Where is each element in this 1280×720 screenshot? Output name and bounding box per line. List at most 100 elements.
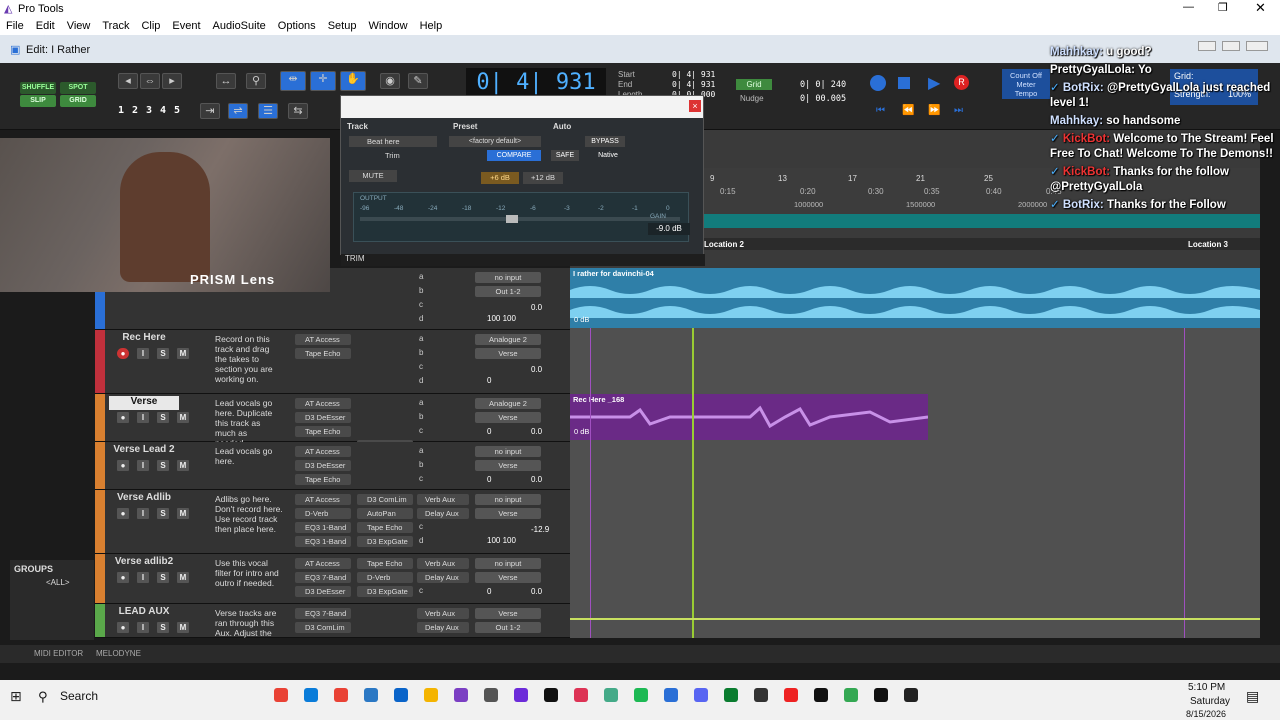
insert-slot[interactable]: D3 DeEsser — [295, 460, 351, 471]
pan-value[interactable]: 100 100 — [487, 314, 516, 323]
insert-slot[interactable]: D3 DeEsser — [295, 412, 351, 423]
safe-button[interactable]: SAFE — [551, 150, 579, 161]
main-counter[interactable]: 0| 4| 931 — [466, 68, 606, 98]
plugin-preset-selector[interactable]: <factory default> — [449, 136, 541, 147]
gain-value[interactable]: -9.0 dB — [648, 223, 690, 235]
menu-file[interactable]: File — [0, 18, 30, 35]
grabber-tool-icon[interactable]: ✋ — [340, 71, 366, 91]
send-slot[interactable]: Verb Aux — [417, 608, 469, 619]
input-selector[interactable]: no input — [475, 494, 541, 505]
count-off-panel[interactable]: Count Off Meter Tempo — [1002, 69, 1050, 99]
grid-label[interactable]: Grid — [736, 79, 772, 90]
record-button[interactable]: R — [954, 75, 969, 90]
trim-tool-icon[interactable]: ⇹ — [280, 71, 306, 91]
volume-value[interactable]: 0.0 — [531, 475, 542, 484]
fast-forward-icon[interactable]: ⏩ — [928, 105, 940, 116]
input-selector[interactable]: Analogue 2 — [475, 334, 541, 345]
taskbar-app-icon[interactable] — [844, 688, 858, 702]
input-monitor-button[interactable]: I — [137, 348, 149, 359]
input-monitor-button[interactable]: I — [137, 412, 149, 423]
insert-slot[interactable]: AT Access — [295, 334, 351, 345]
insert-slot[interactable]: AT Access — [295, 494, 351, 505]
zoomer-tool-icon[interactable]: ↔ — [216, 73, 236, 89]
midi-editor-tab[interactable]: MIDI EDITOR — [34, 649, 83, 658]
send-slot-letter[interactable]: c — [419, 300, 423, 309]
input-monitor-button[interactable]: I — [137, 572, 149, 583]
send-slot-letter[interactable]: c — [419, 426, 423, 435]
input-selector[interactable]: Analogue 2 — [475, 398, 541, 409]
output-selector[interactable]: Verse — [475, 412, 541, 423]
insert-slot[interactable]: EQ3 1-Band — [295, 522, 351, 533]
plugin-track-selector[interactable]: Beat here — [349, 136, 437, 147]
mute-button[interactable]: MUTE — [349, 170, 397, 182]
insert-slot[interactable]: D3 ExpGate — [357, 586, 413, 597]
record-enable-button[interactable]: ● — [117, 348, 129, 359]
taskbar-app-icon[interactable] — [604, 688, 618, 702]
record-enable-button[interactable]: ● — [117, 572, 129, 583]
taskbar-app-icon[interactable] — [634, 688, 648, 702]
volume-value[interactable]: 0.0 — [531, 587, 542, 596]
taskbar-app-icon[interactable] — [694, 688, 708, 702]
plugin-close-button[interactable]: × — [689, 100, 701, 112]
grid-mode-button[interactable]: GRID — [60, 95, 96, 107]
send-slot-letter[interactable]: c — [419, 586, 423, 595]
zoom-preset-5[interactable]: 5 — [174, 105, 185, 116]
selector-tool-icon[interactable]: ✛ — [310, 71, 336, 91]
send-slot-letter[interactable]: a — [419, 398, 423, 407]
insert-slot[interactable]: Tape Echo — [357, 522, 413, 533]
taskbar-app-icon[interactable] — [544, 688, 558, 702]
menu-options[interactable]: Options — [272, 18, 322, 35]
send-slot[interactable]: Verb Aux — [417, 494, 469, 505]
send-slot[interactable]: Delay Aux — [417, 622, 469, 633]
output-selector[interactable]: Out 1-2 — [475, 286, 541, 297]
menu-event[interactable]: Event — [166, 18, 206, 35]
send-slot-letter[interactable]: c — [419, 522, 423, 531]
insert-slot[interactable]: Tape Echo — [295, 474, 351, 485]
volume-value[interactable]: 0.0 — [531, 427, 542, 436]
mute-button[interactable]: M — [177, 572, 189, 583]
insert-slot[interactable]: D3 DeEsser — [295, 586, 351, 597]
menu-track[interactable]: Track — [96, 18, 135, 35]
link-timeline-icon[interactable]: ⇌ — [228, 103, 248, 119]
zoom-preset-2[interactable]: 2 — [132, 105, 143, 116]
keyboard-focus-icon[interactable]: ⇆ — [288, 103, 308, 119]
input-selector[interactable]: no input — [475, 558, 541, 569]
send-slot[interactable]: Delay Aux — [417, 572, 469, 583]
send-slot[interactable]: Delay Aux — [417, 508, 469, 519]
output-selector[interactable]: Verse — [475, 572, 541, 583]
menu-view[interactable]: View — [61, 18, 97, 35]
close-button[interactable]: ✕ — [1255, 0, 1266, 16]
volume-value[interactable]: 0.0 — [531, 303, 542, 312]
insert-slot[interactable]: Tape Echo — [295, 426, 351, 437]
taskbar-app-icon[interactable] — [394, 688, 408, 702]
track-name[interactable]: Verse — [109, 396, 179, 410]
melodyne-tab[interactable]: MELODYNE — [96, 649, 141, 658]
grid-value[interactable]: 0| 0| 240 — [800, 80, 846, 90]
insert-slot[interactable]: AutoPan — [357, 508, 413, 519]
send-slot-letter[interactable]: d — [419, 376, 423, 385]
plugin-titlebar[interactable]: × — [341, 96, 703, 118]
zoom-preset-1[interactable]: 1 — [118, 105, 129, 116]
send-slot[interactable]: Verb Aux — [417, 558, 469, 569]
send-slot-letter[interactable]: b — [419, 348, 423, 357]
menu-audiosuite[interactable]: AudioSuite — [207, 18, 272, 35]
mute-button[interactable]: M — [177, 348, 189, 359]
insert-slot[interactable]: EQ3 7-Band — [295, 572, 351, 583]
send-slot-letter[interactable]: d — [419, 314, 423, 323]
taskbar-app-icon[interactable] — [424, 688, 438, 702]
zoom-waveform-icon[interactable]: ⇔ — [140, 73, 160, 89]
rec-here-clip[interactable]: Rec Here _168 0 dB — [570, 394, 928, 440]
shuffle-mode-button[interactable]: SHUFFLE — [20, 82, 56, 94]
menu-clip[interactable]: Clip — [135, 18, 166, 35]
insert-slot[interactable]: AT Access — [295, 446, 351, 457]
magnify-tool-icon[interactable]: ⚲ — [246, 73, 266, 89]
track-name[interactable]: Rec Here — [109, 332, 179, 346]
taskbar-app-icon[interactable] — [754, 688, 768, 702]
groups-all[interactable]: <ALL> — [46, 578, 70, 587]
volume-value[interactable]: 0.0 — [531, 365, 542, 374]
send-slot-letter[interactable]: b — [419, 286, 423, 295]
taskbar-app-icon[interactable] — [904, 688, 918, 702]
pan-value[interactable]: 0 — [487, 475, 491, 484]
taskbar-app-icon[interactable] — [364, 688, 378, 702]
input-selector[interactable]: no input — [475, 272, 541, 283]
